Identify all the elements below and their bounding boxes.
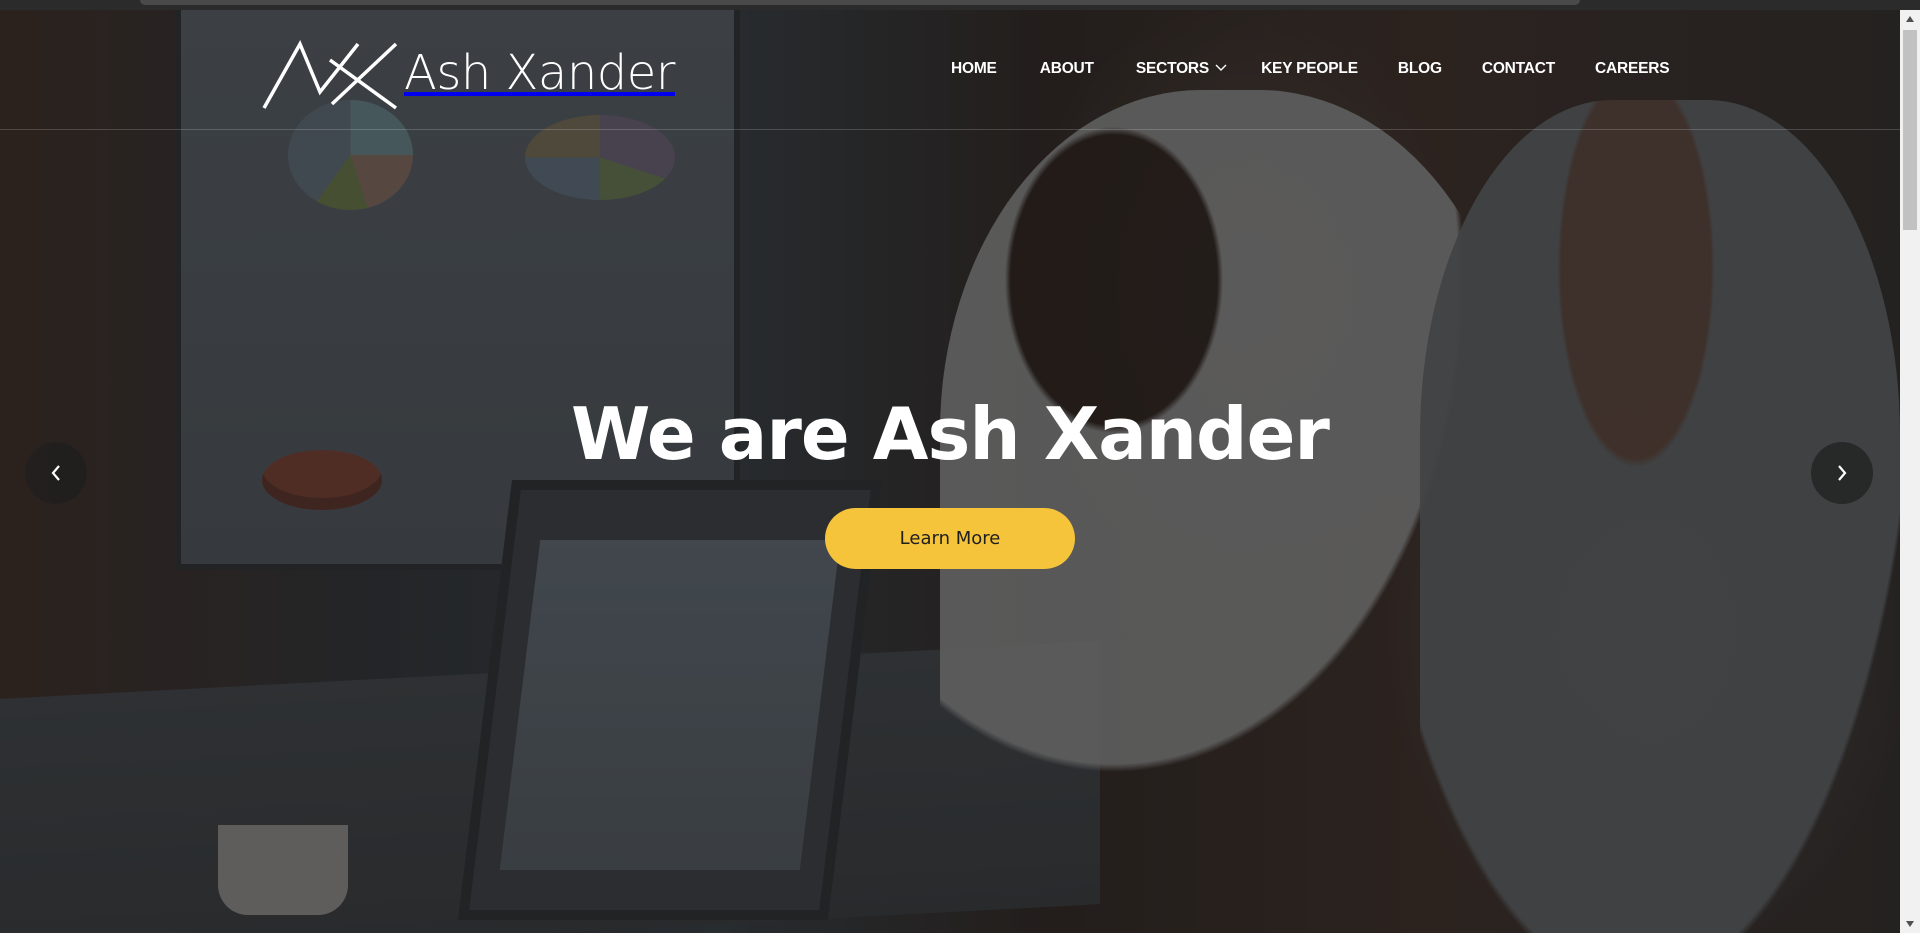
browser-top-strip	[0, 0, 1920, 10]
page-scrollbar[interactable]	[1900, 10, 1920, 933]
slider-prev-button[interactable]	[25, 442, 87, 504]
scroll-up-button[interactable]	[1900, 10, 1920, 28]
ax-monogram-icon	[262, 40, 398, 110]
triangle-up-icon	[1906, 16, 1914, 22]
nav-contact[interactable]: CONTACT	[1482, 60, 1555, 78]
nav-blog[interactable]: BLOG	[1398, 60, 1442, 78]
main-nav: HOME ABOUT SECTORS KEY PEOPLE BLOG CONTA…	[951, 58, 1670, 80]
chevron-left-icon	[51, 465, 60, 481]
site-logo[interactable]: Ash Xander	[262, 34, 675, 116]
nav-about[interactable]: ABOUT	[1040, 60, 1094, 78]
nav-careers[interactable]: CAREERS	[1595, 60, 1670, 78]
nav-sectors-label: SECTORS	[1135, 60, 1210, 77]
nav-home[interactable]: HOME	[951, 60, 997, 78]
triangle-down-icon	[1906, 921, 1914, 927]
nav-sectors[interactable]: SECTORS	[1136, 60, 1227, 78]
scroll-thumb[interactable]	[1903, 30, 1917, 230]
hero-title: We are Ash Xander	[571, 392, 1330, 476]
learn-more-button[interactable]: Learn More	[825, 508, 1075, 569]
tab-shadow	[140, 0, 1580, 5]
site-header: Ash Xander HOME ABOUT SECTORS KEY PEOPLE…	[0, 10, 1900, 130]
chevron-right-icon	[1838, 465, 1847, 481]
brand-name: Ash Xander	[404, 45, 675, 101]
hero-section: Ash Xander HOME ABOUT SECTORS KEY PEOPLE…	[0, 10, 1900, 933]
scroll-down-button[interactable]	[1900, 915, 1920, 933]
chevron-down-icon	[1215, 64, 1227, 71]
slider-next-button[interactable]	[1811, 442, 1873, 504]
nav-key-people[interactable]: KEY PEOPLE	[1261, 60, 1358, 78]
